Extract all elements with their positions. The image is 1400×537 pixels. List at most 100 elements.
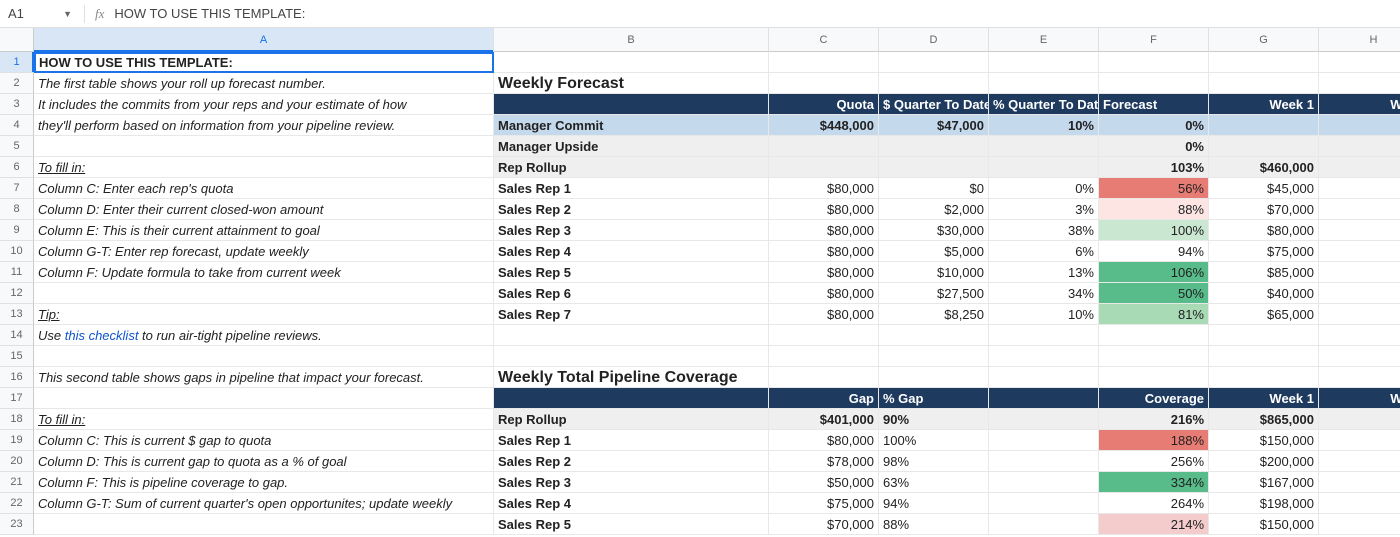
cell[interactable] bbox=[989, 451, 1099, 472]
cell[interactable] bbox=[879, 346, 989, 367]
cell[interactable] bbox=[1209, 346, 1319, 367]
cell[interactable] bbox=[494, 346, 769, 367]
cell[interactable] bbox=[1319, 241, 1400, 262]
cell[interactable] bbox=[769, 367, 879, 388]
row-header[interactable]: 1 bbox=[0, 52, 34, 73]
formula-input[interactable] bbox=[110, 6, 1400, 21]
cell[interactable] bbox=[1319, 115, 1400, 136]
cell[interactable] bbox=[879, 157, 989, 178]
cell[interactable]: The first table shows your roll up forec… bbox=[34, 73, 494, 94]
row-header[interactable]: 8 bbox=[0, 199, 34, 220]
cell[interactable]: 216% bbox=[1099, 409, 1209, 430]
cell[interactable] bbox=[989, 52, 1099, 73]
cell[interactable]: $40,000 bbox=[1209, 283, 1319, 304]
cell[interactable] bbox=[34, 514, 494, 535]
cell[interactable] bbox=[769, 346, 879, 367]
cell[interactable]: Week 1 bbox=[1209, 94, 1319, 115]
cell[interactable]: Column F: This is pipeline coverage to g… bbox=[34, 472, 494, 493]
cell[interactable]: 100% bbox=[879, 430, 989, 451]
cell[interactable]: Rep Rollup bbox=[494, 409, 769, 430]
cell[interactable]: Sales Rep 1 bbox=[494, 430, 769, 451]
cell[interactable] bbox=[1319, 304, 1400, 325]
cell[interactable]: $ bbox=[1319, 409, 1400, 430]
cell[interactable]: $80,000 bbox=[769, 304, 879, 325]
cell[interactable] bbox=[989, 346, 1099, 367]
cell[interactable]: $5,000 bbox=[879, 241, 989, 262]
cell[interactable] bbox=[989, 514, 1099, 535]
cell[interactable] bbox=[1209, 52, 1319, 73]
row-header[interactable]: 2 bbox=[0, 73, 34, 94]
cell[interactable]: Sales Rep 3 bbox=[494, 220, 769, 241]
cell[interactable]: 56% bbox=[1099, 178, 1209, 199]
cell[interactable]: Use this checklist to run air-tight pipe… bbox=[34, 325, 494, 346]
row-header[interactable]: 6 bbox=[0, 157, 34, 178]
cell[interactable]: To fill in: bbox=[34, 409, 494, 430]
cell[interactable]: $80,000 bbox=[769, 178, 879, 199]
cell[interactable]: 94% bbox=[879, 493, 989, 514]
cell[interactable]: Column C: Enter each rep's quota bbox=[34, 178, 494, 199]
cell[interactable] bbox=[34, 388, 494, 409]
cell[interactable]: 34% bbox=[989, 283, 1099, 304]
cell[interactable] bbox=[1209, 367, 1319, 388]
cell[interactable]: $80,000 bbox=[769, 283, 879, 304]
cell[interactable]: $75,000 bbox=[1209, 241, 1319, 262]
cell[interactable] bbox=[1209, 73, 1319, 94]
cell[interactable] bbox=[1209, 136, 1319, 157]
cell[interactable]: Quota bbox=[769, 94, 879, 115]
row-header[interactable]: 15 bbox=[0, 346, 34, 367]
cell[interactable]: 10% bbox=[989, 304, 1099, 325]
cell[interactable] bbox=[879, 136, 989, 157]
cell[interactable]: $150,000 bbox=[1209, 514, 1319, 535]
cell[interactable]: 98% bbox=[879, 451, 989, 472]
cell[interactable]: $401,000 bbox=[769, 409, 879, 430]
cell[interactable]: $27,500 bbox=[879, 283, 989, 304]
cell[interactable] bbox=[769, 325, 879, 346]
cell[interactable] bbox=[494, 94, 769, 115]
cell-reference-box[interactable]: A1 ▼ bbox=[0, 6, 80, 21]
row-header[interactable]: 12 bbox=[0, 283, 34, 304]
cell[interactable]: $ bbox=[1319, 157, 1400, 178]
cell[interactable] bbox=[1319, 430, 1400, 451]
column-header[interactable]: B bbox=[494, 28, 769, 52]
cell[interactable]: Sales Rep 7 bbox=[494, 304, 769, 325]
cell[interactable]: 94% bbox=[1099, 241, 1209, 262]
cell[interactable]: Column F: Update formula to take from cu… bbox=[34, 262, 494, 283]
cell[interactable]: Week 1 bbox=[1209, 388, 1319, 409]
cell[interactable] bbox=[1319, 493, 1400, 514]
cell[interactable]: Column D: This is current gap to quota a… bbox=[34, 451, 494, 472]
cell[interactable]: Column D: Enter their current closed-won… bbox=[34, 199, 494, 220]
cell[interactable] bbox=[879, 367, 989, 388]
cell[interactable] bbox=[879, 325, 989, 346]
cell[interactable]: $85,000 bbox=[1209, 262, 1319, 283]
cell[interactable] bbox=[879, 52, 989, 73]
cell[interactable]: 50% bbox=[1099, 283, 1209, 304]
cell[interactable] bbox=[34, 283, 494, 304]
column-header[interactable]: H bbox=[1319, 28, 1400, 52]
row-header[interactable]: 11 bbox=[0, 262, 34, 283]
column-header[interactable]: G bbox=[1209, 28, 1319, 52]
row-header[interactable]: 20 bbox=[0, 451, 34, 472]
cell[interactable]: $80,000 bbox=[769, 199, 879, 220]
cell[interactable]: $50,000 bbox=[769, 472, 879, 493]
cell[interactable] bbox=[989, 430, 1099, 451]
cell[interactable] bbox=[1099, 346, 1209, 367]
cell[interactable]: Week bbox=[1319, 388, 1400, 409]
cell[interactable]: 88% bbox=[879, 514, 989, 535]
cell[interactable]: $150,000 bbox=[1209, 430, 1319, 451]
cell[interactable]: $80,000 bbox=[769, 241, 879, 262]
cell[interactable]: $70,000 bbox=[769, 514, 879, 535]
cell[interactable] bbox=[1319, 199, 1400, 220]
cell[interactable]: Sales Rep 2 bbox=[494, 199, 769, 220]
cell[interactable]: Manager Upside bbox=[494, 136, 769, 157]
cell[interactable]: 10% bbox=[989, 115, 1099, 136]
cell[interactable]: 90% bbox=[879, 409, 989, 430]
cell[interactable] bbox=[1319, 52, 1400, 73]
cell[interactable] bbox=[1319, 325, 1400, 346]
cell[interactable]: 100% bbox=[1099, 220, 1209, 241]
cell[interactable] bbox=[1319, 283, 1400, 304]
cell[interactable] bbox=[494, 388, 769, 409]
cell[interactable]: $8,250 bbox=[879, 304, 989, 325]
cell[interactable]: 0% bbox=[1099, 136, 1209, 157]
cell[interactable]: Manager Commit bbox=[494, 115, 769, 136]
cell[interactable]: $65,000 bbox=[1209, 304, 1319, 325]
